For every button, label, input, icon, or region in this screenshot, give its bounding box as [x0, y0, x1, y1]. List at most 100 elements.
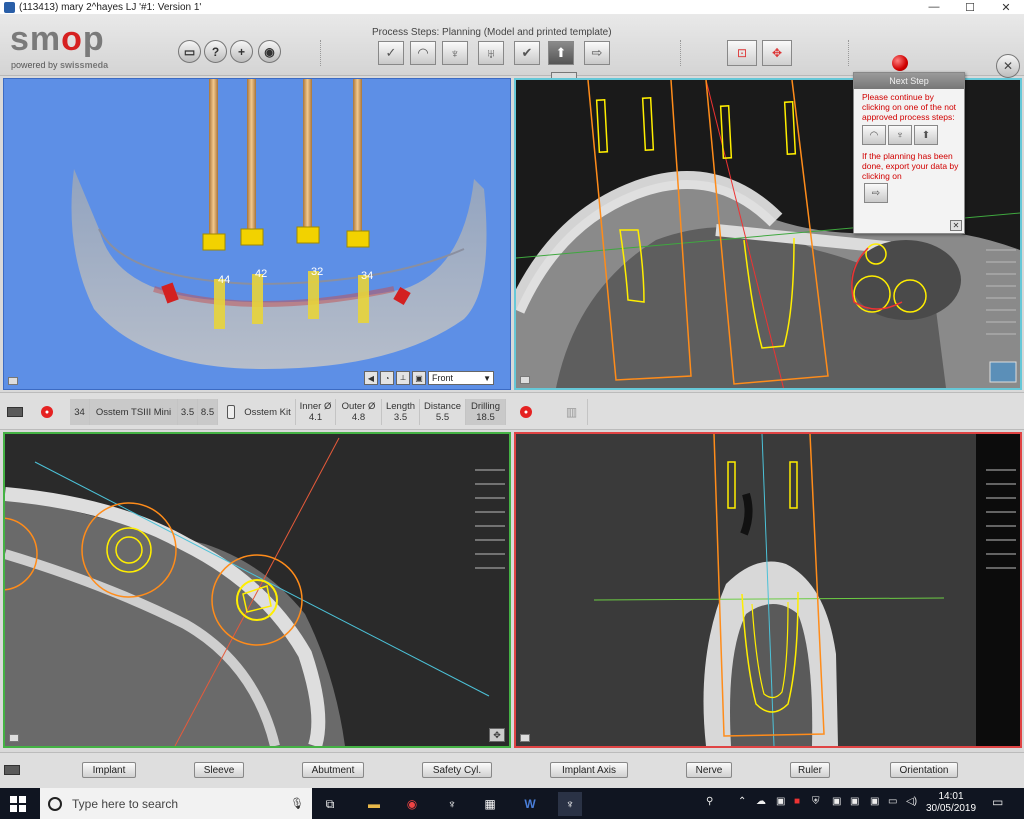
app-icon [4, 1, 15, 13]
axes-icon[interactable]: ⟂ [396, 371, 410, 385]
notifications-icon[interactable]: ▭ [992, 795, 1003, 809]
panel-ct-axial[interactable]: ✥ [3, 432, 511, 748]
tray-app-icon[interactable]: ▣ [776, 796, 785, 807]
smop-active-app-icon[interactable]: ♆ [558, 792, 582, 816]
view-controls: ◀ ◔ ⟂ ▣ Front ▼ [364, 371, 494, 385]
help-icon[interactable]: ? [204, 40, 227, 63]
implant-name: Osstem TSIII Mini [90, 399, 178, 425]
implant-label: 32 [311, 266, 324, 278]
add-icon[interactable]: + [230, 40, 253, 63]
shield-icon[interactable]: ⛨ [812, 796, 820, 807]
chrome-icon[interactable]: ◉ [400, 792, 424, 816]
windows-start-icon[interactable] [10, 796, 26, 812]
toggle-implant-axis-button[interactable]: Implant Axis [550, 762, 628, 778]
step-scan-icon[interactable]: ✓ [378, 41, 404, 65]
film-icon[interactable]: ▣ [412, 371, 426, 385]
toggle-abutment-button[interactable]: Abutment [302, 762, 364, 778]
windows-taskbar: Type here to search 🎙 ⧉ ▬ ◉ ♆ ▦ W ♆ ⚲ ⌃ … [0, 788, 1024, 819]
title-bar: (113413) mary 2^hayes LJ '#1: Version 1'… [0, 0, 1024, 14]
smop-tooth-app-icon[interactable]: ♆ [440, 792, 464, 816]
taskbar-search[interactable]: Type here to search 🎙 [40, 788, 312, 819]
people-icon[interactable]: ⚲ [706, 796, 713, 807]
panel-corner-icon[interactable] [8, 377, 18, 385]
save-icon[interactable]: ▭ [178, 40, 201, 63]
implant-info-bar: ● 34 Osstem TSIII Mini 3.5 8.5 Osstem Ki… [0, 392, 1024, 430]
toolbar-separator [320, 40, 321, 66]
kit-name: Osstem Kit [240, 399, 296, 425]
lock-icon[interactable]: ● [512, 399, 540, 425]
move-view-icon[interactable]: ⊡ [727, 40, 757, 66]
cortana-icon [48, 796, 62, 811]
volume-icon[interactable]: ◁) [906, 796, 917, 807]
sleeve-length: Length 3.5 [382, 399, 420, 425]
panel-corner-icon[interactable] [520, 734, 530, 742]
panel-corner-icon[interactable] [520, 376, 530, 384]
microphone-icon[interactable]: 🎙 [290, 797, 304, 810]
toolbar-separator [848, 40, 849, 66]
pan-icon[interactable]: ✥ [489, 728, 505, 742]
minimize-icon[interactable]: — [916, 0, 952, 14]
status-indicator-icon [892, 55, 908, 71]
camera-icon[interactable]: ◉ [258, 40, 281, 63]
main-toolbar: smop powered by swissmeda ▭ ? + ◉ Proces… [0, 14, 1024, 90]
maximize-icon[interactable]: ☐ [952, 0, 988, 14]
taskbar-clock[interactable]: 14:01 30/05/2019 [922, 791, 980, 815]
ct-axial-image [5, 434, 509, 746]
popup-text-export: If the planning has been done, export yo… [862, 151, 959, 181]
step-check-icon[interactable]: ✔ [514, 41, 540, 65]
close-icon[interactable]: ✕ [988, 0, 1024, 14]
toggle-ruler-button[interactable]: Ruler [790, 762, 830, 778]
panel-ct-sagittal[interactable] [514, 432, 1022, 748]
step-crown-icon[interactable]: ♅ [478, 41, 504, 65]
sleeve-distance: Distance 5.5 [420, 399, 466, 425]
toggle-orientation-button[interactable]: Orientation [890, 762, 958, 778]
implant-label: 34 [361, 270, 374, 282]
implant-label: 42 [255, 268, 268, 280]
tray-app-icon[interactable]: ▣ [870, 796, 879, 807]
toggle-implant-button[interactable]: Implant [82, 762, 136, 778]
step-model-icon[interactable]: ◠ [862, 125, 886, 145]
panel-corner-icon[interactable] [9, 734, 19, 742]
toggle-nerve-button[interactable]: Nerve [686, 762, 732, 778]
step-implant-icon[interactable]: ⬆ [548, 41, 574, 65]
trash-icon[interactable]: ▥ [556, 399, 588, 425]
tray-app-icon[interactable]: ▣ [850, 796, 859, 807]
toggle-safety-cylinder-button[interactable]: Safety Cyl. [422, 762, 492, 778]
powered-by: powered by swissmeda [11, 60, 109, 70]
calculator-icon[interactable]: ▦ [478, 792, 502, 816]
tooth-number: 34 [70, 399, 90, 425]
window-controls: — ☐ ✕ [916, 0, 1024, 14]
clock-icon[interactable]: ◔ [380, 371, 394, 385]
rotate-view-icon[interactable]: ✥ [762, 40, 792, 66]
tray-app-icon[interactable]: ▣ [832, 796, 841, 807]
word-icon[interactable]: W [518, 792, 542, 816]
cloud-icon[interactable]: ☁ [756, 796, 766, 807]
step-tooth-icon[interactable]: ♆ [442, 41, 468, 65]
view-orientation-select[interactable]: Front ▼ [428, 371, 494, 385]
step-model-icon[interactable]: ◠ [410, 41, 436, 65]
chevron-down-icon: ▼ [483, 373, 491, 383]
file-explorer-icon[interactable]: ▬ [362, 792, 386, 816]
tray-chevron-icon[interactable]: ⌃ [738, 796, 746, 807]
step-export-icon[interactable]: ⇨ [584, 41, 610, 65]
jaw-3d-render [71, 79, 487, 369]
popup-close-icon[interactable]: ✕ [950, 220, 962, 231]
step-tooth-icon[interactable]: ♆ [888, 125, 912, 145]
inner-diameter: Inner Ø 4.1 [296, 399, 336, 425]
implant-label: 44 [218, 274, 231, 286]
panel-toggle[interactable] [4, 765, 20, 775]
b-app-icon[interactable]: ■ [794, 796, 800, 807]
network-icon[interactable]: ▭ [888, 796, 897, 807]
outer-diameter: Outer Ø 4.8 [336, 399, 382, 425]
toggle-sleeve-button[interactable]: Sleeve [194, 762, 244, 778]
export-icon[interactable]: ⇨ [864, 183, 888, 203]
step-implant-icon[interactable]: ⬆ [914, 125, 938, 145]
close-case-icon[interactable]: ✕ [996, 54, 1020, 78]
app-window: (113413) mary 2^hayes LJ '#1: Version 1'… [0, 0, 1024, 819]
panel-toggle[interactable] [4, 399, 26, 425]
sleeve-icon [220, 399, 242, 425]
panel-3d-view[interactable]: 44 42 32 34 ◀ ◔ ⟂ ▣ Front ▼ [3, 78, 511, 390]
task-view-icon[interactable]: ⧉ [318, 792, 342, 816]
lock-icon[interactable]: ● [36, 399, 58, 425]
scroll-left-icon[interactable]: ◀ [364, 371, 378, 385]
